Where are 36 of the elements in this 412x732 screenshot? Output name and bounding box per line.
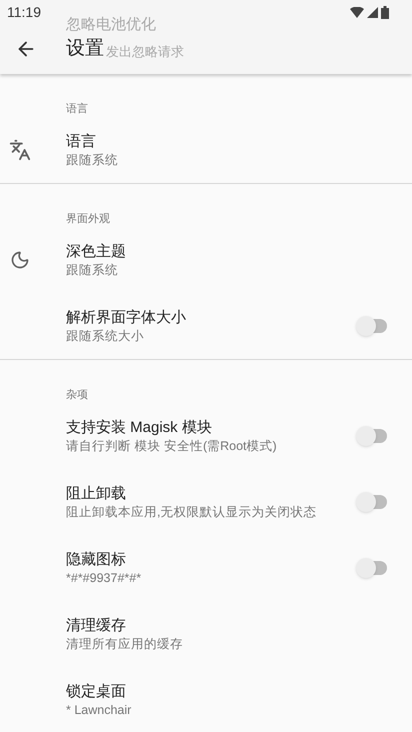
translate-icon [9,139,31,161]
item-title: 解析界面字体大小 [66,308,187,328]
item-title: 深色主题 [66,242,127,262]
moon-icon [10,250,30,270]
screen-title: 设置 [66,36,104,61]
faded-title: 忽略电池优化 [66,14,156,35]
settings-item[interactable]: 支持安装 Magisk 模块 请自行判断 模块 安全性(需Root模式) [0,403,412,469]
faded-subtitle: 发出忽略请求 [106,43,184,62]
status-time: 11:19 [7,2,41,22]
wifi-icon [350,6,364,18]
item-title: 支持安装 Magisk 模块 [66,418,213,438]
item-subtitle: 跟随系统 [66,262,119,278]
item-title: 阻止卸载 [66,484,127,504]
settings-item[interactable]: 语言 跟随系统 [0,117,412,183]
settings-item[interactable]: 深色主题 跟随系统 [0,227,412,293]
item-subtitle: 请自行判断 模块 安全性(需Root模式) [66,438,278,454]
section-header: 杂项 [66,389,88,401]
item-subtitle: * Lawnchair [66,702,132,718]
settings-item[interactable]: 锁定桌面 * Lawnchair [0,667,412,732]
item-title: 隐藏图标 [66,550,127,570]
item-subtitle: *#*#9937#*#* [66,570,142,586]
item-subtitle: 阻止卸载本应用,无权限默认显示为关闭状态 [66,504,318,520]
signal-icon [367,6,378,18]
settings-item[interactable]: 解析界面字体大小 跟随系统大小 [0,293,412,359]
item-subtitle: 跟随系统大小 [66,328,145,344]
settings-item[interactable]: 阻止卸载 阻止卸载本应用,无权限默认显示为关闭状态 [0,469,412,535]
section-header: 界面外观 [66,213,110,225]
item-title: 锁定桌面 [66,682,127,702]
item-title: 语言 [66,132,97,152]
settings-item[interactable]: 隐藏图标 *#*#9937#*#* [0,535,412,601]
section-header: 语言 [66,103,88,115]
settings-item[interactable]: 清理缓存 清理所有应用的缓存 [0,601,412,667]
battery-icon [381,6,389,18]
item-subtitle: 跟随系统 [66,152,119,168]
item-subtitle: 清理所有应用的缓存 [66,636,184,652]
item-title: 清理缓存 [66,616,127,636]
